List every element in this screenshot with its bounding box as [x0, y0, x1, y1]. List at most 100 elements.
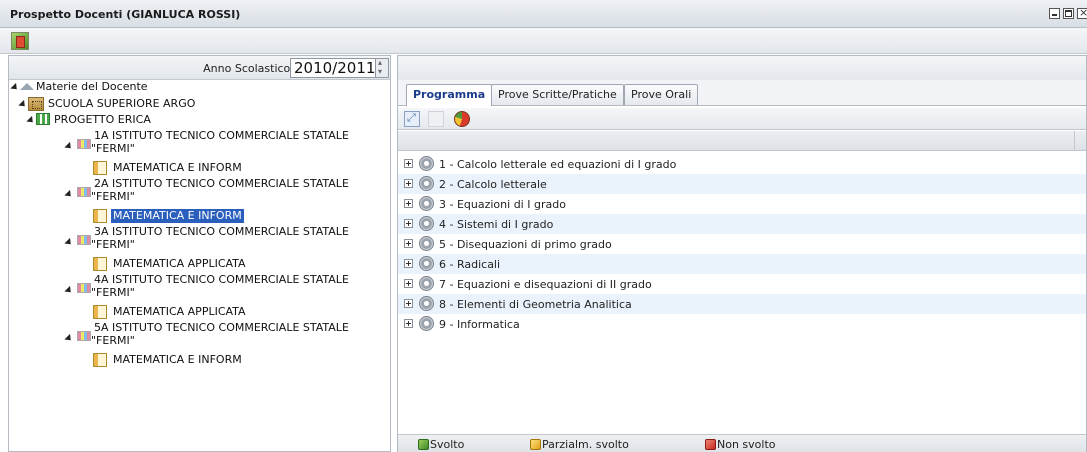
subject-book-icon [93, 161, 107, 175]
school-year-input[interactable]: 2010/2011 [290, 58, 376, 78]
tab-programma[interactable]: Programma [406, 84, 493, 106]
tree-subject-label: MATEMATICA APPLICATA [113, 257, 246, 270]
tab-prove-scritte[interactable]: Prove Scritte/Pratiche [491, 84, 624, 105]
list-item[interactable]: 8 - Elementi di Geometria Analitica [398, 294, 1086, 314]
list-item-label: 9 - Informatica [439, 318, 520, 331]
list-item[interactable]: 3 - Equazioni di I grado [398, 194, 1086, 214]
subject-book-icon [93, 257, 107, 271]
gear-icon [419, 196, 434, 211]
tree-subject-label: MATEMATICA E INFORM [113, 353, 242, 366]
window-titlebar: Prospetto Docenti (GIANLUCA ROSSI) [0, 0, 1087, 28]
collapse-all-icon[interactable] [428, 111, 444, 127]
exit-door-icon[interactable] [11, 32, 29, 50]
expand-plus-icon[interactable] [404, 279, 413, 288]
project-icon [36, 113, 50, 125]
red-cube-icon [705, 439, 716, 450]
expand-plus-icon[interactable] [404, 259, 413, 268]
subject-book-icon [93, 353, 107, 367]
expand-plus-icon[interactable] [404, 219, 413, 228]
gear-icon [419, 276, 434, 291]
green-cube-icon [418, 439, 429, 450]
list-item[interactable]: 2 - Calcolo letterale [398, 174, 1086, 194]
list-item-label: 1 - Calcolo letterale ed equazioni di I … [439, 158, 677, 171]
home-icon [20, 83, 34, 90]
list-item-label: 3 - Equazioni di I grado [439, 198, 566, 211]
tree-school-label: SCUOLA SUPERIORE ARGO [48, 97, 196, 110]
tab-strip: Programma Prove Scritte/Pratiche Prove O… [398, 80, 1086, 106]
tree-root-label: Materie del Docente [36, 80, 148, 93]
status-legend: Svolto Parzialm. svolto Non svolto [398, 434, 1086, 452]
expand-arrow-icon[interactable] [64, 333, 74, 344]
class-name-line2: "FERMI" [91, 238, 135, 251]
list-header [398, 131, 1086, 151]
tab-prove-orali[interactable]: Prove Orali [624, 84, 699, 105]
expand-arrow-icon[interactable] [64, 237, 74, 248]
gear-icon [419, 216, 434, 231]
list-item-label: 8 - Elementi di Geometria Analitica [439, 298, 632, 311]
pie-chart-icon[interactable] [454, 111, 470, 127]
expand-plus-icon[interactable] [404, 179, 413, 188]
close-icon[interactable] [1077, 6, 1087, 19]
gear-icon [419, 316, 434, 331]
list-item[interactable]: 4 - Sistemi di I grado [398, 214, 1086, 234]
class-name-line1: 2A ISTITUTO TECNICO COMMERCIALE STATALE [94, 177, 349, 190]
gear-icon [419, 156, 434, 171]
expand-plus-icon[interactable] [404, 199, 413, 208]
expand-arrow-icon[interactable] [26, 115, 36, 126]
expand-arrow-icon[interactable] [64, 285, 74, 296]
class-name-line1: 4A ISTITUTO TECNICO COMMERCIALE STATALE [94, 273, 349, 286]
expand-all-icon[interactable] [404, 111, 420, 127]
list-item[interactable]: 1 - Calcolo letterale ed equazioni di I … [398, 154, 1086, 174]
list-item-label: 5 - Disequazioni di primo grado [439, 238, 612, 251]
subject-book-icon [93, 305, 107, 319]
gear-icon [419, 176, 434, 191]
list-item-label: 7 - Equazioni e disequazioni di II grado [439, 278, 652, 291]
gear-icon [419, 296, 434, 311]
column-resize-handle[interactable] [1074, 131, 1086, 151]
expand-plus-icon[interactable] [404, 159, 413, 168]
tree-project-label: PROGETTO ERICA [54, 113, 151, 126]
school-year-bar: Anno Scolastico: 2010/2011 [9, 56, 390, 80]
list-item-label: 6 - Radicali [439, 258, 501, 271]
maximize-icon[interactable] [1063, 8, 1074, 19]
subject-book-icon [93, 209, 107, 223]
minimize-icon[interactable] [1049, 8, 1060, 19]
legend-partial-label: Parzialm. svolto [542, 438, 629, 451]
expand-arrow-icon[interactable] [64, 189, 74, 200]
list-item[interactable]: 9 - Informatica [398, 314, 1086, 334]
gear-icon [419, 256, 434, 271]
class-name-line2: "FERMI" [91, 334, 135, 347]
class-icon [77, 283, 91, 293]
gear-icon [419, 236, 434, 251]
left-tree-pane: Anno Scolastico: 2010/2011 Materie del D… [8, 55, 391, 452]
class-name-line1: 3A ISTITUTO TECNICO COMMERCIALE STATALE [94, 225, 349, 238]
class-name-line2: "FERMI" [91, 286, 135, 299]
tree-subject-label: MATEMATICA E INFORM [111, 209, 244, 223]
class-icon [77, 331, 91, 341]
tree-subject-label: MATEMATICA E INFORM [113, 161, 242, 174]
class-icon [77, 187, 91, 197]
expand-plus-icon[interactable] [404, 299, 413, 308]
expand-arrow-icon[interactable] [10, 82, 20, 93]
list-item[interactable]: 7 - Equazioni e disequazioni di II grado [398, 274, 1086, 294]
expand-arrow-icon[interactable] [64, 141, 74, 152]
list-item[interactable]: 5 - Disequazioni di primo grado [398, 234, 1086, 254]
legend-not-done: Non svolto [705, 438, 776, 451]
class-name-line2: "FERMI" [91, 190, 135, 203]
window-title: Prospetto Docenti (GIANLUCA ROSSI) [10, 8, 241, 21]
legend-done: Svolto [418, 438, 464, 451]
expand-plus-icon[interactable] [404, 319, 413, 328]
right-program-pane: Programma Prove Scritte/Pratiche Prove O… [397, 55, 1087, 452]
legend-partial: Parzialm. svolto [530, 438, 629, 451]
class-icon [77, 235, 91, 245]
expand-plus-icon[interactable] [404, 239, 413, 248]
school-year-spinner[interactable] [376, 58, 389, 78]
class-name-line1: 1A ISTITUTO TECNICO COMMERCIALE STATALE [94, 129, 349, 142]
legend-not-done-label: Non svolto [717, 438, 776, 451]
legend-done-label: Svolto [430, 438, 465, 451]
tree-subject-label: MATEMATICA APPLICATA [113, 305, 246, 318]
yellow-cube-icon [530, 439, 541, 450]
expand-arrow-icon[interactable] [18, 99, 28, 110]
list-item[interactable]: 6 - Radicali [398, 254, 1086, 274]
top-strip [398, 56, 1086, 82]
